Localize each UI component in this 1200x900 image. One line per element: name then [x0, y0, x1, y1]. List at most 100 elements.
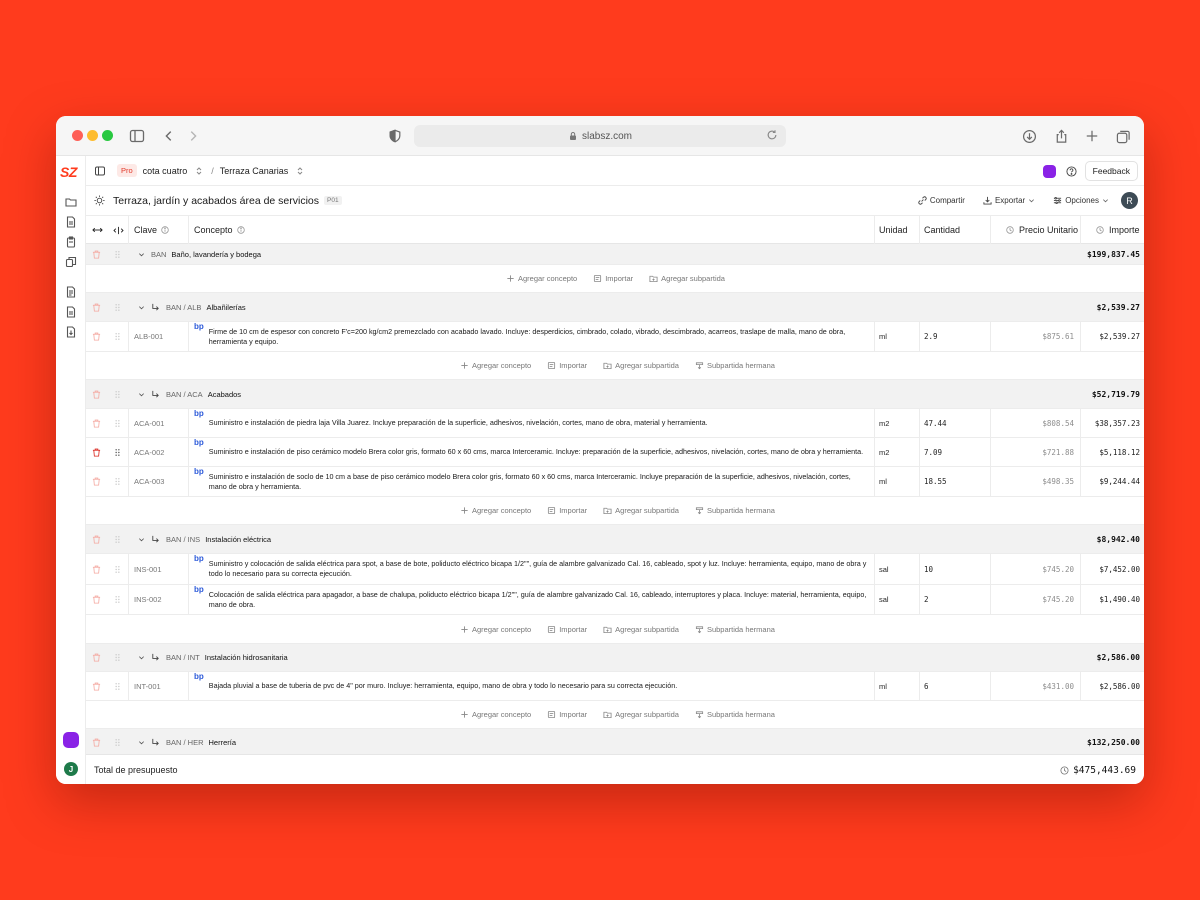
- add-concept-button[interactable]: Agregar concepto: [460, 625, 531, 634]
- item-quantity[interactable]: 47.44: [924, 409, 947, 437]
- item-concept[interactable]: bp Suministro y colocación de salida eléc…: [194, 554, 874, 584]
- chevron-down-icon[interactable]: [138, 391, 145, 398]
- back-icon[interactable]: [160, 127, 178, 145]
- reorder-columns-icon[interactable]: [113, 216, 124, 244]
- item-concept[interactable]: bp Firme de 10 cm de espesor con concreto…: [194, 322, 874, 351]
- item-quantity[interactable]: 2: [924, 585, 929, 614]
- item-concept[interactable]: bp Bajada pluvial a base de tuberia de pv…: [194, 672, 874, 700]
- sibling-subgroup-button[interactable]: Subpartida hermana: [695, 625, 775, 634]
- delete-row-button[interactable]: [92, 438, 101, 466]
- item-concept[interactable]: bp Suministro e instalación de piedra laj…: [194, 409, 874, 437]
- export-button[interactable]: Exportar: [983, 196, 1035, 205]
- import-button[interactable]: Importar: [547, 506, 587, 515]
- table-row[interactable]: ACA-002 bp Suministro e instalación de pi…: [86, 438, 1144, 467]
- chevron-down-icon[interactable]: [138, 739, 145, 746]
- item-concept[interactable]: bp Suministro e instalación de piso cerám…: [194, 438, 874, 466]
- add-concept-button[interactable]: Agregar concepto: [460, 506, 531, 515]
- chevron-down-icon[interactable]: [138, 654, 145, 661]
- import-button[interactable]: Importar: [547, 361, 587, 370]
- tabs-overview-icon[interactable]: [1114, 127, 1132, 145]
- item-unit[interactable]: m2: [879, 409, 889, 437]
- delete-group-button[interactable]: [92, 293, 101, 321]
- delete-row-button[interactable]: [92, 409, 101, 437]
- drag-handle[interactable]: [114, 585, 121, 614]
- info-icon[interactable]: [236, 226, 245, 234]
- drag-handle[interactable]: [114, 322, 121, 351]
- sibling-subgroup-button[interactable]: Subpartida hermana: [695, 710, 775, 719]
- drag-handle[interactable]: [114, 409, 121, 437]
- delete-group-button[interactable]: [92, 525, 101, 553]
- chevron-down-icon[interactable]: [138, 251, 145, 258]
- item-unit-price[interactable]: $498.35: [990, 467, 1074, 496]
- item-code[interactable]: ACA-002: [134, 438, 164, 466]
- sibling-subgroup-button[interactable]: Subpartida hermana: [695, 361, 775, 370]
- add-concept-button[interactable]: Agregar concepto: [460, 361, 531, 370]
- drag-handle[interactable]: [114, 644, 121, 671]
- group-row[interactable]: BAN / HER Herrería $132,250.00: [86, 729, 1144, 754]
- share-icon[interactable]: [1052, 127, 1070, 145]
- new-tab-icon[interactable]: [1083, 127, 1101, 145]
- item-concept[interactable]: bp Colocación de salida eléctrica para ap…: [194, 585, 874, 614]
- table-row[interactable]: INT-001 bp Bajada pluvial a base de tuber…: [86, 672, 1144, 701]
- table-row[interactable]: ACA-003 bp Suministro e instalación de so…: [86, 467, 1144, 497]
- delete-group-button[interactable]: [92, 380, 101, 408]
- item-concept[interactable]: bp Suministro e instalación de soclo de 1…: [194, 467, 874, 496]
- item-code[interactable]: ALB-001: [134, 322, 163, 351]
- breadcrumb-budget[interactable]: Terraza Canarias: [220, 166, 289, 176]
- add-subgroup-button[interactable]: Agregar subpartida: [649, 274, 725, 283]
- share-button[interactable]: Compartir: [918, 196, 965, 205]
- app-logo[interactable]: SZ: [60, 164, 77, 180]
- delete-row-button[interactable]: [92, 554, 101, 584]
- table-row[interactable]: ACA-001 bp Suministro e instalación de pi…: [86, 409, 1144, 438]
- file-export-icon[interactable]: [65, 326, 77, 338]
- info-icon[interactable]: [161, 226, 169, 234]
- item-code[interactable]: ACA-003: [134, 467, 164, 496]
- breadcrumb-project[interactable]: cota cuatro: [143, 166, 188, 176]
- item-code[interactable]: INS-002: [134, 585, 162, 614]
- item-code[interactable]: INT-001: [134, 672, 161, 700]
- delete-row-button[interactable]: [92, 322, 101, 351]
- forward-icon[interactable]: [184, 127, 202, 145]
- delete-group-button[interactable]: [92, 644, 101, 671]
- item-quantity[interactable]: 2.9: [924, 322, 938, 351]
- add-concept-button[interactable]: Agregar concepto: [506, 274, 577, 283]
- address-bar[interactable]: slabsz.com: [414, 125, 786, 147]
- item-unit-price[interactable]: $721.88: [990, 438, 1074, 466]
- import-button[interactable]: Importar: [547, 710, 587, 719]
- add-subgroup-button[interactable]: Agregar subpartida: [603, 361, 679, 370]
- project-switcher-icon[interactable]: [195, 166, 203, 176]
- column-header-concepto[interactable]: Concepto: [194, 216, 245, 244]
- reload-icon[interactable]: [766, 129, 780, 143]
- item-unit[interactable]: sal: [879, 554, 889, 584]
- drag-handle[interactable]: [114, 729, 121, 754]
- table-row[interactable]: INS-001 bp Suministro y colocación de sal…: [86, 554, 1144, 585]
- minimize-window-button[interactable]: [87, 130, 98, 141]
- folder-icon[interactable]: [65, 196, 77, 208]
- drag-handle[interactable]: [114, 380, 121, 408]
- item-unit-price[interactable]: $875.61: [990, 322, 1074, 351]
- add-subgroup-button[interactable]: Agregar subpartida: [603, 506, 679, 515]
- file-list-icon[interactable]: [65, 306, 77, 318]
- column-header-clave[interactable]: Clave: [134, 216, 169, 244]
- add-subgroup-button[interactable]: Agregar subpartida: [603, 710, 679, 719]
- item-code[interactable]: ACA-001: [134, 409, 164, 437]
- delete-row-button[interactable]: [92, 467, 101, 496]
- drag-handle[interactable]: [114, 467, 121, 496]
- column-header-importe[interactable]: Importe: [1096, 216, 1140, 244]
- add-subgroup-button[interactable]: Agregar subpartida: [603, 625, 679, 634]
- delete-row-button[interactable]: [92, 585, 101, 614]
- item-unit[interactable]: ml: [879, 467, 887, 496]
- expand-columns-icon[interactable]: [92, 216, 103, 244]
- drag-handle[interactable]: [114, 672, 121, 700]
- column-header-unidad[interactable]: Unidad: [879, 216, 908, 244]
- import-button[interactable]: Importar: [547, 625, 587, 634]
- assistant-icon[interactable]: [63, 732, 79, 748]
- item-unit-price[interactable]: $431.00: [990, 672, 1074, 700]
- feedback-button[interactable]: Feedback: [1084, 161, 1138, 181]
- close-window-button[interactable]: [72, 130, 83, 141]
- copy-icon[interactable]: [65, 256, 77, 268]
- downloads-icon[interactable]: [1020, 127, 1038, 145]
- item-unit[interactable]: ml: [879, 322, 887, 351]
- report-icon[interactable]: [65, 286, 77, 298]
- item-code[interactable]: INS-001: [134, 554, 162, 584]
